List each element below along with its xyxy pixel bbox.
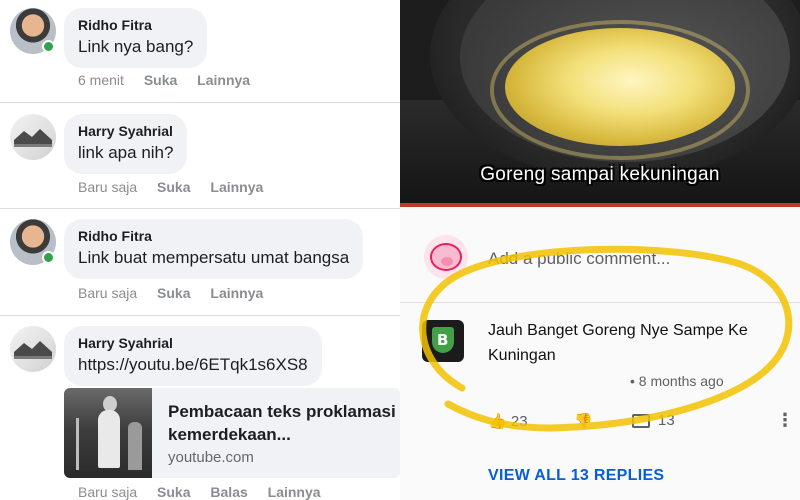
online-status-dot xyxy=(42,40,55,53)
dislike-button[interactable]: 👎 xyxy=(574,412,593,430)
comment-time: 6 menit xyxy=(78,72,124,88)
comment-bubble: Harry Syahrial link apa nih? xyxy=(64,114,188,174)
frying-pan-meme-image: Goreng sampai kekuningan xyxy=(400,0,800,207)
avatar[interactable] xyxy=(10,114,56,160)
link-domain: youtube.com xyxy=(168,449,254,466)
comment-text: Link buat mempersatu umat bangsa xyxy=(78,248,350,267)
link-title[interactable]: Pembacaan teks proklamasi kemerdekaan... xyxy=(168,400,398,446)
view-replies-button[interactable]: VIEW ALL 13 REPLIES xyxy=(488,467,664,485)
meme-caption: Goreng sampai kekuningan xyxy=(480,164,720,185)
thumbnail-figure-2 xyxy=(128,422,142,470)
thumbnail-figure xyxy=(98,410,120,468)
thumbs-down-icon: 👎 xyxy=(574,413,593,430)
badge-letter: B xyxy=(437,331,449,349)
comment-meta: Baru saja Suka Balas Lainnya xyxy=(78,484,337,500)
like-count: 23 xyxy=(510,413,528,430)
comment-time: Baru saja xyxy=(78,179,138,195)
landscape-avatar-icon xyxy=(14,129,52,147)
landscape-avatar-icon xyxy=(14,341,52,359)
comment-bubble: Harry Syahrial https://youtu.be/6ETqk1s6… xyxy=(64,326,322,386)
link-preview-card[interactable]: Pembacaan teks proklamasi kemerdekaan...… xyxy=(64,388,400,478)
online-status-dot xyxy=(42,251,55,264)
reply-icon[interactable] xyxy=(632,414,650,428)
comment-author[interactable]: Harry Syahrial xyxy=(78,123,173,139)
like-button[interactable]: Suka xyxy=(157,285,190,301)
more-button[interactable]: Lainnya xyxy=(210,285,263,301)
comment-bubble: Ridho Fitra Link nya bang? xyxy=(64,8,208,68)
pig-nose-icon xyxy=(441,257,453,266)
divider xyxy=(0,102,400,103)
avatar[interactable] xyxy=(10,326,56,372)
like-button[interactable]: 👍 23 xyxy=(488,412,528,430)
youtube-comments-section: Add a public comment... B Jauh Banget Go… xyxy=(400,207,800,500)
comment-meta: 6 menit Suka Lainnya xyxy=(78,72,266,88)
like-button[interactable]: Suka xyxy=(157,179,190,195)
more-button[interactable]: Lainnya xyxy=(197,72,250,88)
like-button[interactable]: Suka xyxy=(144,72,177,88)
thumbs-up-icon: 👍 xyxy=(488,413,507,430)
reply-button[interactable]: Balas xyxy=(210,484,247,500)
frying-oil xyxy=(505,28,735,146)
comment-author[interactable]: Harry Syahrial xyxy=(78,335,308,351)
divider xyxy=(0,208,400,209)
reply-count: 13 xyxy=(658,412,675,429)
comment-text: Link nya bang? xyxy=(78,37,194,56)
more-button[interactable]: Lainnya xyxy=(268,484,321,500)
comment-text: Jauh Banget Goreng Nye Sampe Ke Kuningan xyxy=(488,322,748,364)
comment-bubble: Ridho Fitra Link buat mempersatu umat ba… xyxy=(64,219,364,279)
comment-meta: Baru saja Suka Lainnya xyxy=(78,179,279,195)
more-button[interactable]: Lainnya xyxy=(210,179,263,195)
divider xyxy=(0,315,400,316)
facebook-comment-thread: Ridho Fitra Link nya bang? 6 menit Suka … xyxy=(0,0,400,500)
comment-author[interactable]: Ridho Fitra xyxy=(78,17,193,33)
divider xyxy=(400,302,800,303)
thumbnail-pole xyxy=(76,418,79,470)
comment-text: link apa nih? xyxy=(78,143,174,162)
link-thumbnail xyxy=(64,388,152,478)
add-comment-input[interactable]: Add a public comment... xyxy=(488,249,670,269)
avatar[interactable] xyxy=(424,235,468,279)
avatar[interactable]: B xyxy=(422,320,464,362)
like-button[interactable]: Suka xyxy=(157,484,190,500)
comment-time: Baru saja xyxy=(78,285,138,301)
comment-author[interactable]: Ridho Fitra xyxy=(78,228,349,244)
comment-link-text[interactable]: https://youtu.be/6ETqk1s6XS8 xyxy=(78,354,308,376)
comment-time[interactable]: • 8 months ago xyxy=(630,373,724,389)
comment-actions: 👍 23 👎 13 ⋮ xyxy=(488,410,794,434)
comment-meta: Baru saja Suka Lainnya xyxy=(78,285,279,301)
comment-time: Baru saja xyxy=(78,484,138,500)
more-options-icon[interactable]: ⋮ xyxy=(776,410,794,431)
